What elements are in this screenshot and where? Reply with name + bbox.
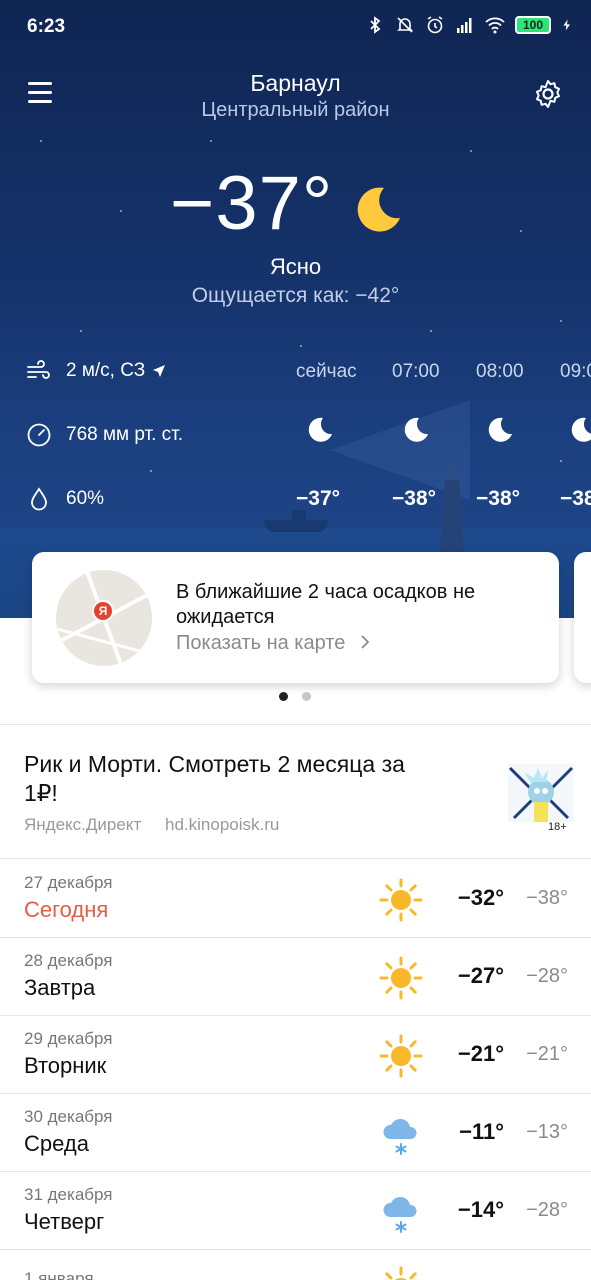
daily-row[interactable]: 27 декабря Сегодня −32° −38° (0, 859, 591, 937)
lighthouse-illustration (438, 462, 466, 552)
status-time: 6:23 (27, 16, 66, 37)
hour-label[interactable]: сейчас (296, 361, 357, 383)
sun-icon (385, 1266, 417, 1280)
hour-label[interactable]: 08:00 (476, 361, 524, 383)
hour-label[interactable]: 09:00 (560, 361, 591, 383)
moon-icon (357, 187, 400, 232)
snow-cloud-icon (383, 1196, 417, 1233)
wind-direction-arrow-icon (153, 365, 166, 377)
mute-bell-icon (397, 17, 413, 33)
day-date: 31 декабря (24, 1185, 113, 1204)
day-name: Завтра (24, 975, 96, 1000)
moon-icon (404, 417, 428, 442)
humidity-value: 60% (66, 488, 105, 509)
daily-row[interactable]: 28 декабря Завтра −27° −28° (0, 937, 591, 1015)
divider (0, 724, 591, 725)
wind-icon (27, 360, 50, 379)
bluetooth-icon (370, 16, 381, 34)
pressure-detail: 768 мм рт. ст. (26, 422, 183, 448)
day-name: Четверг (24, 1209, 105, 1234)
battery-indicator: 100 (515, 16, 551, 34)
moon-icon (571, 417, 591, 442)
chevron-right-icon (361, 635, 370, 649)
day-low: −28° (526, 965, 568, 987)
wind-value: 2 м/с, СЗ (66, 360, 146, 381)
day-date: 30 декабря (24, 1107, 113, 1126)
day-date: 28 декабря (24, 951, 113, 970)
day-high: −32° (457, 885, 504, 910)
status-bar: 6:23 100 (0, 0, 591, 54)
moon-icon (308, 417, 332, 442)
ship-illustration (264, 520, 328, 532)
day-name: Среда (24, 1131, 89, 1156)
hour-temperature: −38° (392, 487, 437, 510)
settings-gear-icon[interactable] (532, 78, 564, 110)
hour-temperature: −37° (296, 487, 341, 510)
ad-domain[interactable]: hd.kinopoisk.ru (165, 815, 279, 835)
snow-cloud-icon (383, 1118, 417, 1155)
daily-row[interactable]: 29 декабря Вторник −21° −21° (0, 1015, 591, 1093)
carousel-indicator (279, 692, 311, 701)
precipitation-card[interactable]: Я В ближайшие 2 часа осадков не ожидаетс… (32, 552, 559, 683)
humidity-drop-icon (31, 487, 47, 511)
wind-detail: 2 м/с, СЗ (26, 358, 167, 384)
wifi-icon (485, 17, 505, 34)
sun-icon (379, 956, 423, 1000)
precipitation-text: В ближайшие 2 часа осадков не ожидается (176, 581, 476, 628)
age-rating: 18+ (548, 821, 567, 833)
weather-condition: Ясно (269, 254, 322, 279)
map-thumbnail[interactable]: Я (56, 570, 152, 666)
humidity-detail: 60% (26, 486, 104, 512)
day-date: 29 декабря (24, 1029, 113, 1048)
ad-image[interactable] (508, 764, 574, 822)
day-low: −13° (526, 1121, 568, 1143)
city-name[interactable]: Барнаул (0, 70, 591, 97)
ad-title[interactable]: Рик и Морти. Смотреть 2 месяца за 1₽! (24, 750, 444, 808)
current-temperature: −37° (170, 161, 334, 246)
daily-row[interactable]: 30 декабря Среда −11° −13° (0, 1093, 591, 1171)
pressure-gauge-icon (27, 423, 51, 447)
day-high: −27° (457, 963, 504, 988)
pressure-value: 768 мм рт. ст. (66, 424, 184, 445)
ad-source: Яндекс.Директ (24, 815, 142, 834)
day-high: −21° (457, 1041, 504, 1066)
day-high: −11° (459, 1119, 504, 1144)
moon-icon (488, 417, 512, 442)
feels-like: Ощущается как: −42° (191, 284, 400, 307)
day-name: Сегодня (24, 897, 109, 922)
charging-icon (563, 19, 570, 31)
day-low: −38° (526, 887, 568, 909)
map-pin-icon: Я (92, 600, 114, 622)
signal-icon (457, 18, 472, 33)
day-date: 1 января (24, 1269, 94, 1280)
show-on-map-link[interactable]: Показать на карте (176, 632, 371, 655)
hour-temperature: −38° (476, 487, 521, 510)
daily-row[interactable]: 1 января (0, 1249, 591, 1280)
day-low: −28° (526, 1199, 568, 1221)
district-name: Центральный район (201, 99, 390, 121)
day-date: 27 декабря (24, 873, 113, 892)
show-on-map-label: Показать на карте (176, 632, 346, 654)
carousel-dot-active (279, 692, 288, 701)
day-low: −21° (526, 1043, 568, 1065)
sun-icon (379, 878, 423, 922)
alarm-icon (427, 16, 443, 34)
hour-label[interactable]: 07:00 (392, 361, 440, 383)
next-card-peek[interactable] (574, 552, 591, 683)
hour-temperature: −38° (560, 487, 591, 510)
carousel-dot (302, 692, 311, 701)
daily-row[interactable]: 31 декабря Четверг −14° −28° (0, 1171, 591, 1249)
day-high: −14° (457, 1197, 504, 1222)
day-name: Вторник (24, 1053, 107, 1078)
sun-icon (379, 1034, 423, 1078)
